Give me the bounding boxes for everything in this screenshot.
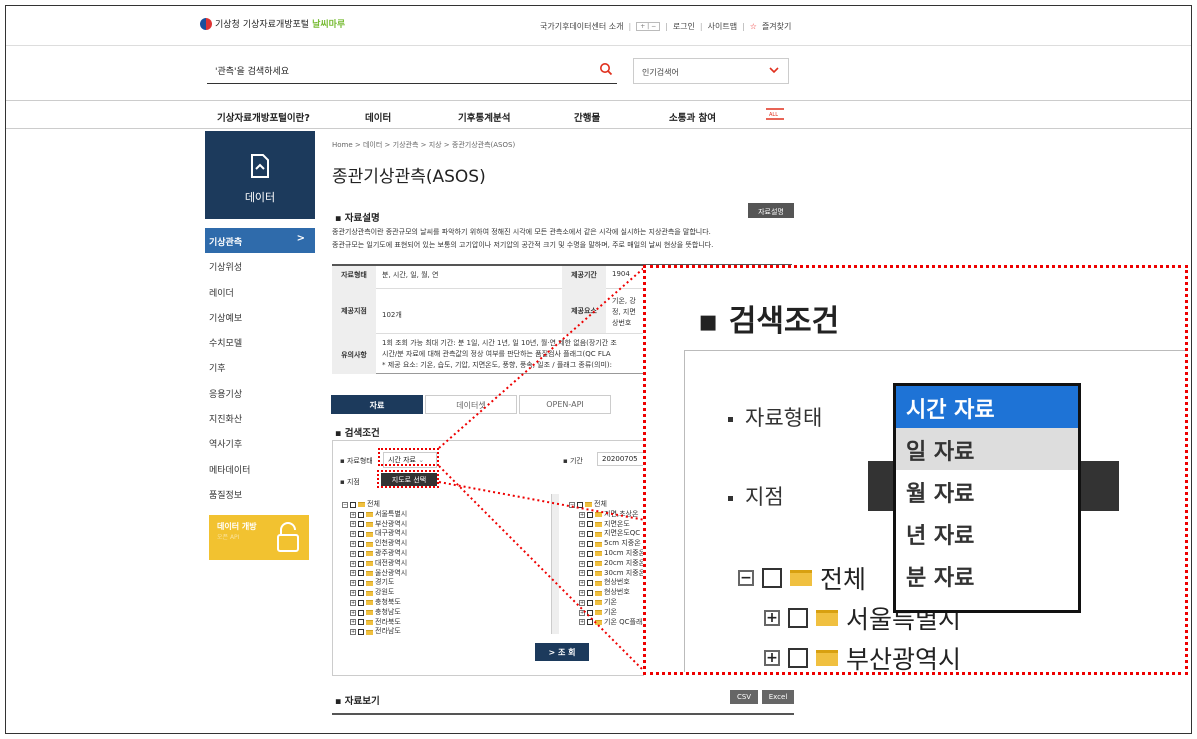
option-daily[interactable]: 일 자료 — [896, 428, 1078, 470]
option-minute[interactable]: 분 자료 — [896, 554, 1078, 596]
option-monthly[interactable]: 월 자료 — [896, 470, 1078, 512]
folder-icon — [790, 570, 812, 586]
type-dropdown-list: 시간 자료 일 자료 월 자료 년 자료 분 자료 — [893, 383, 1081, 613]
zoom-map-button-edge — [1079, 461, 1119, 511]
zoom-tree-item[interactable]: + 부산광역시 — [764, 638, 962, 674]
collapse-icon[interactable]: − — [738, 570, 754, 586]
checkbox[interactable] — [762, 568, 782, 588]
folder-icon — [816, 650, 838, 666]
checkbox[interactable] — [788, 608, 808, 628]
zoom-type-label: 자료형태 — [728, 402, 822, 432]
zoom-title-text: 검색조건 — [728, 304, 840, 339]
expand-icon[interactable]: + — [764, 610, 780, 626]
zoom-tree-label: 부산광역시 — [846, 645, 962, 674]
zoom-tree-label: 전체 — [820, 565, 867, 594]
checkbox[interactable] — [788, 648, 808, 668]
zoom-station-text: 지점 — [745, 485, 784, 509]
option-yearly[interactable]: 년 자료 — [896, 512, 1078, 554]
option-hourly[interactable]: 시간 자료 — [896, 386, 1078, 428]
zoom-type-text: 자료형태 — [745, 406, 823, 430]
zoom-callout: ▪ 검색조건 자료형태 지점 − 전체 + 서울특별시 + 부산광역시 시간 자료 일… — [643, 265, 1188, 675]
zoom-station-label: 지점 — [728, 481, 784, 511]
zoom-title: ▪ 검색조건 — [698, 304, 840, 339]
folder-icon — [816, 610, 838, 626]
expand-icon[interactable]: + — [764, 650, 780, 666]
